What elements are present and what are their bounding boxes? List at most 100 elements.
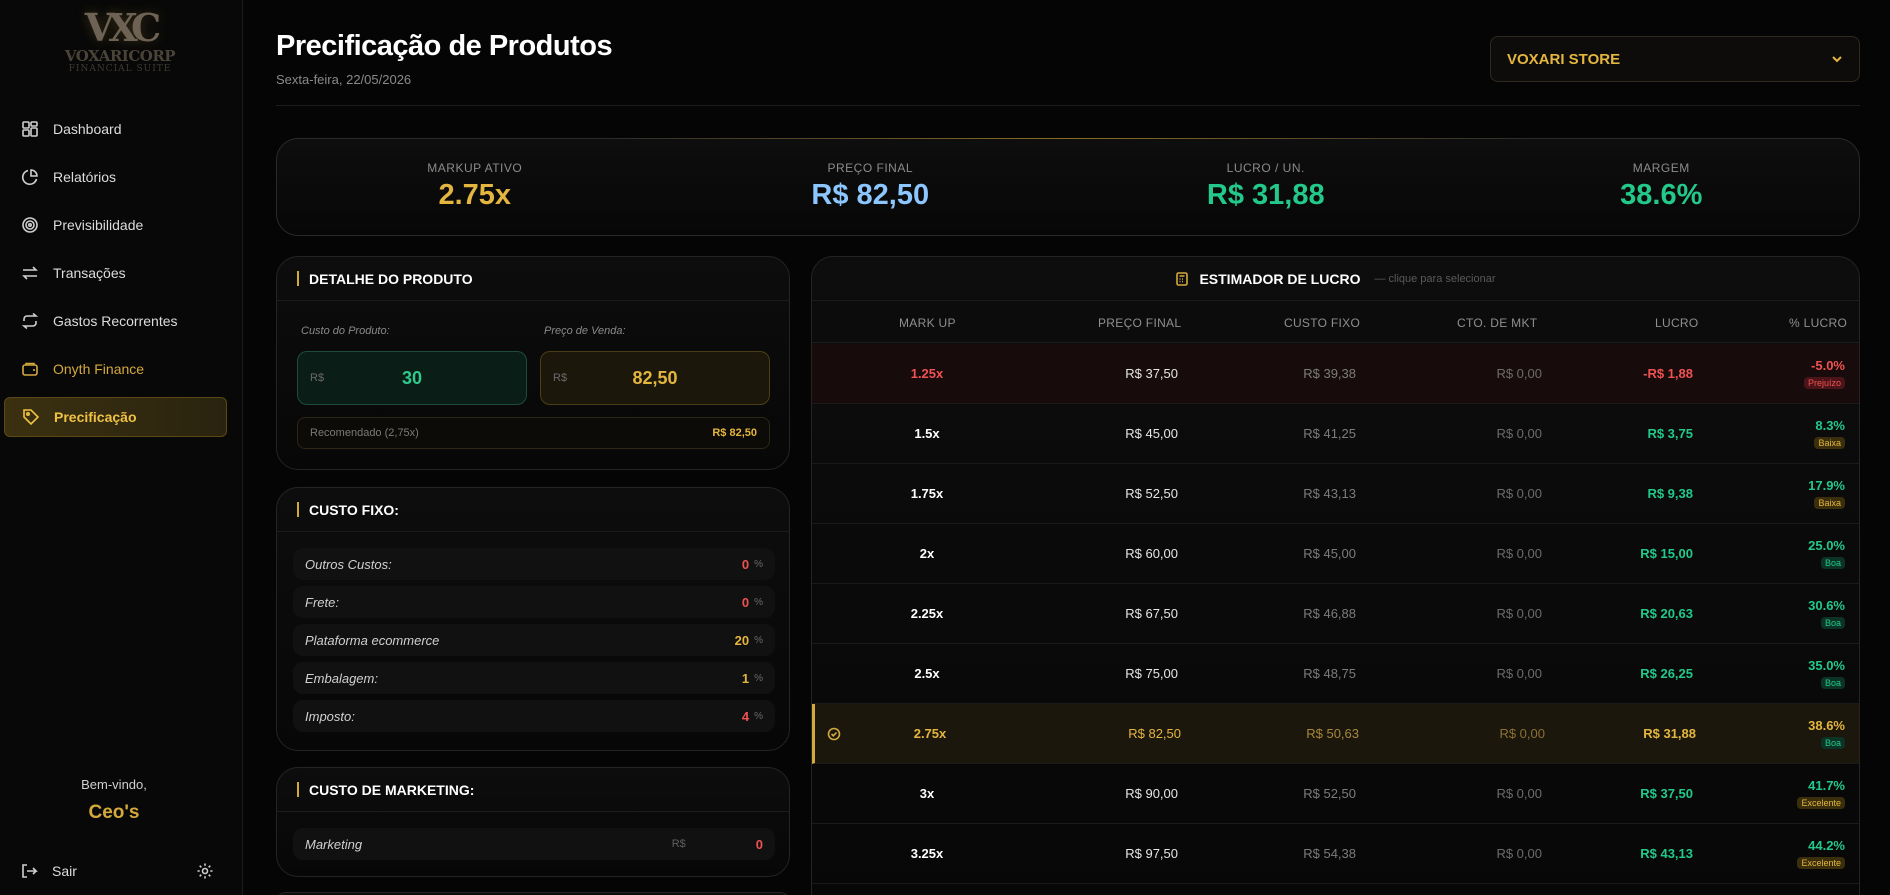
sidebar-item-onyth-finance[interactable]: Onyth Finance [4,349,227,389]
panel-title: DETALHE DO PRODUTO [309,270,473,287]
fixed-cost-value: 0 [741,594,750,610]
cell-final-price: R$ 52,50 [1125,486,1178,501]
cell-marketing-cost: R$ 0,00 [1496,606,1542,621]
cell-markup: 3x [919,786,935,801]
fixed-cost-value: 0 [741,556,750,572]
table-row[interactable]: 1.5x R$ 45,00 R$ 41,25 R$ 0,00 R$ 3,75 8.3% Ba… [812,404,1859,464]
percent-unit: % [754,596,763,608]
recommended-price[interactable]: Recomendado (2,75x) R$ 82,50 [297,417,770,449]
logout-button[interactable]: Sair [20,862,77,880]
marketing-cost-row[interactable]: Marketing R$ 0 [293,828,775,860]
product-cost-input[interactable]: R$ 30 [297,351,527,405]
kpi-value: 2.75x [438,179,512,211]
column-header: % LUCRO [1789,316,1848,330]
marketing-cost-panel: CUSTO DE MARKETING: Marketing R$ 0 [276,767,790,877]
marketing-cost-name: Marketing [305,836,363,852]
header-divider [276,105,1860,106]
cell-final-price: R$ 67,50 [1125,606,1178,621]
cell-markup: 2x [919,546,935,561]
kpi-profit-per-unit: LUCRO / UN. R$ 31,88 [1068,139,1464,235]
tag-icon [21,407,41,427]
pie-chart-icon [20,167,40,187]
table-row[interactable]: 1.75x R$ 52,50 R$ 43,13 R$ 0,00 R$ 9,38 17.9%… [812,464,1859,524]
price-label: Preço de Venda: [544,325,626,337]
kpi-label: LUCRO / UN. [1226,161,1305,175]
cell-profit-percent: 38.6% Boa [1808,718,1845,751]
profit-percent-value: 41.7% [1808,778,1845,793]
panel-subtitle: — clique para selecionar [1374,272,1496,285]
kpi-margin: MARGEM 38.6% [1464,139,1860,235]
table-row[interactable]: 3.25x R$ 97,50 R$ 54,38 R$ 0,00 R$ 43,13 44.2… [812,824,1859,884]
fixed-cost-row[interactable]: Imposto: 4 % [293,700,775,732]
cell-profit: R$ 31,88 [1643,726,1696,741]
cell-markup: 3.25x [910,846,944,861]
table-row[interactable]: 3x R$ 90,00 R$ 52,50 R$ 0,00 R$ 37,50 41.7% Ex… [812,764,1859,824]
kpi-markup: MARKUP ATIVO 2.75x [277,139,673,235]
cell-final-price: R$ 37,50 [1125,366,1178,381]
profit-percent-value: 17.9% [1808,478,1845,493]
cell-final-price: R$ 90,00 [1125,786,1178,801]
profit-percent-value: 8.3% [1815,418,1845,433]
cell-profit-percent: 30.6% Boa [1808,598,1845,631]
cell-final-price: R$ 97,50 [1125,846,1178,861]
table-row[interactable]: 1.25x R$ 37,50 R$ 39,38 R$ 0,00 -R$ 1,88 -5.0… [812,344,1859,404]
sidebar-item-transacoes[interactable]: Transações [4,253,227,293]
cell-profit: R$ 26,25 [1640,666,1693,681]
fixed-cost-name: Imposto: [305,708,355,724]
fixed-cost-row[interactable]: Outros Custos: 0 % [293,548,775,580]
profit-percent-value: 25.0% [1808,538,1845,553]
status-badge: Excelente [1797,857,1845,869]
table-row[interactable]: 2x R$ 60,00 R$ 45,00 R$ 0,00 R$ 15,00 25.0% Bo… [812,524,1859,584]
fixed-cost-row[interactable]: Plataforma ecommerce 20 % [293,624,775,656]
profit-estimator-panel: ESTIMADOR DE LUCRO — clique para selecio… [811,256,1860,895]
cell-final-price: R$ 82,50 [1128,726,1181,741]
cell-markup: 2.5x [914,666,940,681]
store-select[interactable]: VOXARI STORE [1490,36,1860,82]
cell-markup: 1.75x [910,486,944,501]
table-row[interactable]: 2.25x R$ 67,50 R$ 46,88 R$ 0,00 R$ 20,63 30.6… [812,584,1859,644]
cell-fixed-cost: R$ 50,63 [1306,726,1359,741]
chevron-down-icon [1832,56,1842,63]
fixed-cost-value: 1 [741,670,750,686]
cell-profit: R$ 37,50 [1640,786,1693,801]
percent-unit: % [754,672,763,684]
welcome-text: Bem-vindo, [81,777,147,792]
brand-logo[interactable]: VXC VOXARICORP FINANCIAL SUITE [50,8,190,86]
sidebar-item-relatorios[interactable]: Relatórios [4,157,227,197]
fixed-cost-row[interactable]: Frete: 0 % [293,586,775,618]
cell-marketing-cost: R$ 0,00 [1496,366,1542,381]
settings-button[interactable] [196,862,216,882]
cell-profit-percent: 44.2% Excelente [1797,838,1845,871]
logout-icon [22,864,38,878]
fixed-cost-value: 4 [741,708,750,724]
sidebar-item-label: Relatórios [53,169,117,185]
table-row-selected[interactable]: 2.75x R$ 82,50 R$ 50,63 R$ 0,00 R$ 31,88 38.6… [812,704,1859,764]
percent-unit: % [754,558,763,570]
sidebar-item-precificacao[interactable]: Precificação [4,397,227,437]
status-badge: Boa [1820,737,1845,749]
profit-percent-value: 44.2% [1808,838,1845,853]
profit-percent-value: 30.6% [1808,598,1845,613]
sidebar-item-previsibilidade[interactable]: Previsibilidade [4,205,227,245]
logo-name: VOXARICORP [64,47,176,65]
profit-percent-value: -5.0% [1811,358,1845,373]
panel-header: ESTIMADOR DE LUCRO — clique para selecio… [812,257,1859,301]
table-row[interactable]: 2.5x R$ 75,00 R$ 48,75 R$ 0,00 R$ 26,25 35.0%… [812,644,1859,704]
app-root: VXC VOXARICORP FINANCIAL SUITE Dashboard… [0,0,1890,895]
fixed-cost-name: Outros Custos: [305,556,392,572]
currency-prefix: R$ [671,838,686,850]
sidebar-item-dashboard[interactable]: Dashboard [4,109,227,149]
sidebar-item-gastos-recorrentes[interactable]: Gastos Recorrentes [4,301,227,341]
sale-price-input[interactable]: R$ 82,50 [540,351,770,405]
kpi-value: 38.6% [1620,179,1703,211]
cell-markup: 1.5x [914,426,940,441]
panel-header: DETALHE DO PRODUTO [277,257,789,301]
cell-profit-percent: -5.0% Prejuízo [1803,358,1845,391]
cell-markup: 2.25x [910,606,944,621]
status-badge: Baixa [1814,497,1845,509]
cell-fixed-cost: R$ 39,38 [1303,366,1356,381]
panel-title: CUSTO DE MARKETING: [309,781,475,798]
fixed-cost-row[interactable]: Embalagem: 1 % [293,662,775,694]
fixed-cost-value: 20 [734,632,750,648]
column-header: PREÇO FINAL [1098,316,1182,330]
